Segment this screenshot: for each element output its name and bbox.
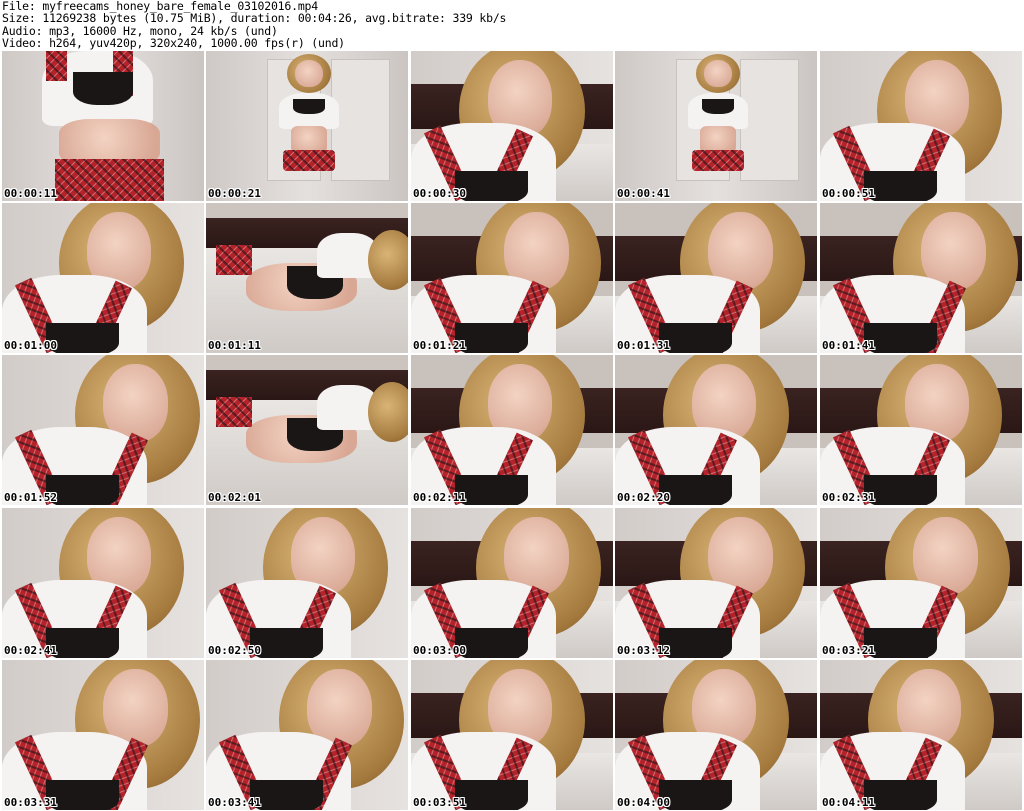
video-thumbnail[interactable]: 00:01:11 [206,203,408,353]
thumbnail-timestamp: 00:01:41 [822,339,875,352]
plaid-skirt [691,150,745,171]
top [46,323,120,353]
thumbnail-timestamp: 00:03:21 [822,644,875,657]
thumbnail-timestamp: 00:03:00 [413,644,466,657]
thumbnail-timestamp: 00:02:11 [413,491,466,504]
top [46,780,120,810]
video-thumbnail[interactable]: 00:03:41 [206,660,408,810]
video-thumbnail[interactable]: 00:02:41 [2,508,204,658]
thumbnail-timestamp: 00:01:52 [4,491,57,504]
thumbnail-timestamp: 00:01:21 [413,339,466,352]
thumbnail-timestamp: 00:00:30 [413,187,466,200]
top [659,628,733,658]
thumbnail-timestamp: 00:02:01 [208,491,261,504]
top [659,780,733,810]
top [250,780,324,810]
face [703,60,733,87]
video-thumbnail[interactable]: 00:01:21 [411,203,613,353]
file-size-line: Size: 11269238 bytes (10.75 MiB), durati… [2,11,507,26]
top [46,475,120,505]
thumbnail-timestamp: 00:03:41 [208,796,261,809]
video-thumbnail[interactable]: 00:02:50 [206,508,408,658]
video-thumbnail[interactable]: 00:04:11 [820,660,1022,810]
video-thumbnail[interactable]: 00:00:41 [615,51,817,201]
video-thumbnail[interactable]: 00:02:20 [615,355,817,505]
thumbnail-timestamp: 00:03:12 [617,644,670,657]
video-thumbnail[interactable]: 00:00:11 [2,51,204,201]
video-thumbnail[interactable]: 00:03:12 [615,508,817,658]
plaid-skirt [54,159,164,201]
thumbnail-timestamp: 00:00:21 [208,187,261,200]
top [864,628,938,658]
video-thumbnail[interactable]: 00:03:51 [411,660,613,810]
video-thumbnail[interactable]: 00:00:30 [411,51,613,201]
midriff [290,126,328,153]
closet-door [740,58,799,181]
top [455,628,529,658]
video-thumbnail[interactable]: 00:02:31 [820,355,1022,505]
top [455,475,529,505]
video-thumbnail[interactable]: 00:01:00 [2,203,204,353]
plaid-skirt [216,397,253,427]
thumbnail-timestamp: 00:01:31 [617,339,670,352]
top [701,99,735,114]
top [46,628,120,658]
video-thumbnail[interactable]: 00:02:01 [206,355,408,505]
video-thumbnail[interactable]: 00:00:21 [206,51,408,201]
top [864,780,938,810]
file-info-header: File: myfreecams_honey_bare_female_03102… [2,0,1022,50]
top [72,72,134,105]
video-thumbnail[interactable]: 00:04:00 [615,660,817,810]
top [455,780,529,810]
face [294,60,324,87]
thumbnail-timestamp: 00:00:51 [822,187,875,200]
top [659,323,733,353]
video-thumbnail[interactable]: 00:01:31 [615,203,817,353]
video-thumbnail[interactable]: 00:00:51 [820,51,1022,201]
top [659,475,733,505]
thumbnail-timestamp: 00:04:11 [822,796,875,809]
video-thumbnail[interactable]: 00:03:00 [411,508,613,658]
video-thumbnail[interactable]: 00:01:41 [820,203,1022,353]
top [292,99,326,114]
plaid-skirt [216,245,253,275]
thumbnail-timestamp: 00:03:31 [4,796,57,809]
thumbnail-timestamp: 00:02:31 [822,491,875,504]
top [864,171,938,201]
top [455,171,529,201]
top [455,323,529,353]
thumbnail-timestamp: 00:02:50 [208,644,261,657]
top [864,323,938,353]
thumbnail-timestamp: 00:04:00 [617,796,670,809]
thumbnail-timestamp: 00:03:51 [413,796,466,809]
thumbnail-timestamp: 00:02:41 [4,644,57,657]
plaid-skirt [282,150,336,171]
video-thumbnail[interactable]: 00:01:52 [2,355,204,505]
thumbnail-timestamp: 00:00:11 [4,187,57,200]
thumbnail-timestamp: 00:01:11 [208,339,261,352]
thumbnail-timestamp: 00:02:20 [617,491,670,504]
thumbnail-timestamp: 00:01:00 [4,339,57,352]
thumbnail-grid: 00:00:11 00:00:21 00:00:30 00:00:41 00:00:51… [0,50,1024,811]
video-thumbnail[interactable]: 00:03:31 [2,660,204,810]
closet-door [331,58,390,181]
video-thumbnail[interactable]: 00:03:21 [820,508,1022,658]
video-info-line: Video: h264, yuv420p, 320x240, 1000.00 f… [2,35,345,50]
top [864,475,938,505]
top [250,628,324,658]
midriff [699,126,737,153]
video-thumbnail[interactable]: 00:02:11 [411,355,613,505]
thumbnail-timestamp: 00:00:41 [617,187,670,200]
plaid-collar [46,51,67,81]
